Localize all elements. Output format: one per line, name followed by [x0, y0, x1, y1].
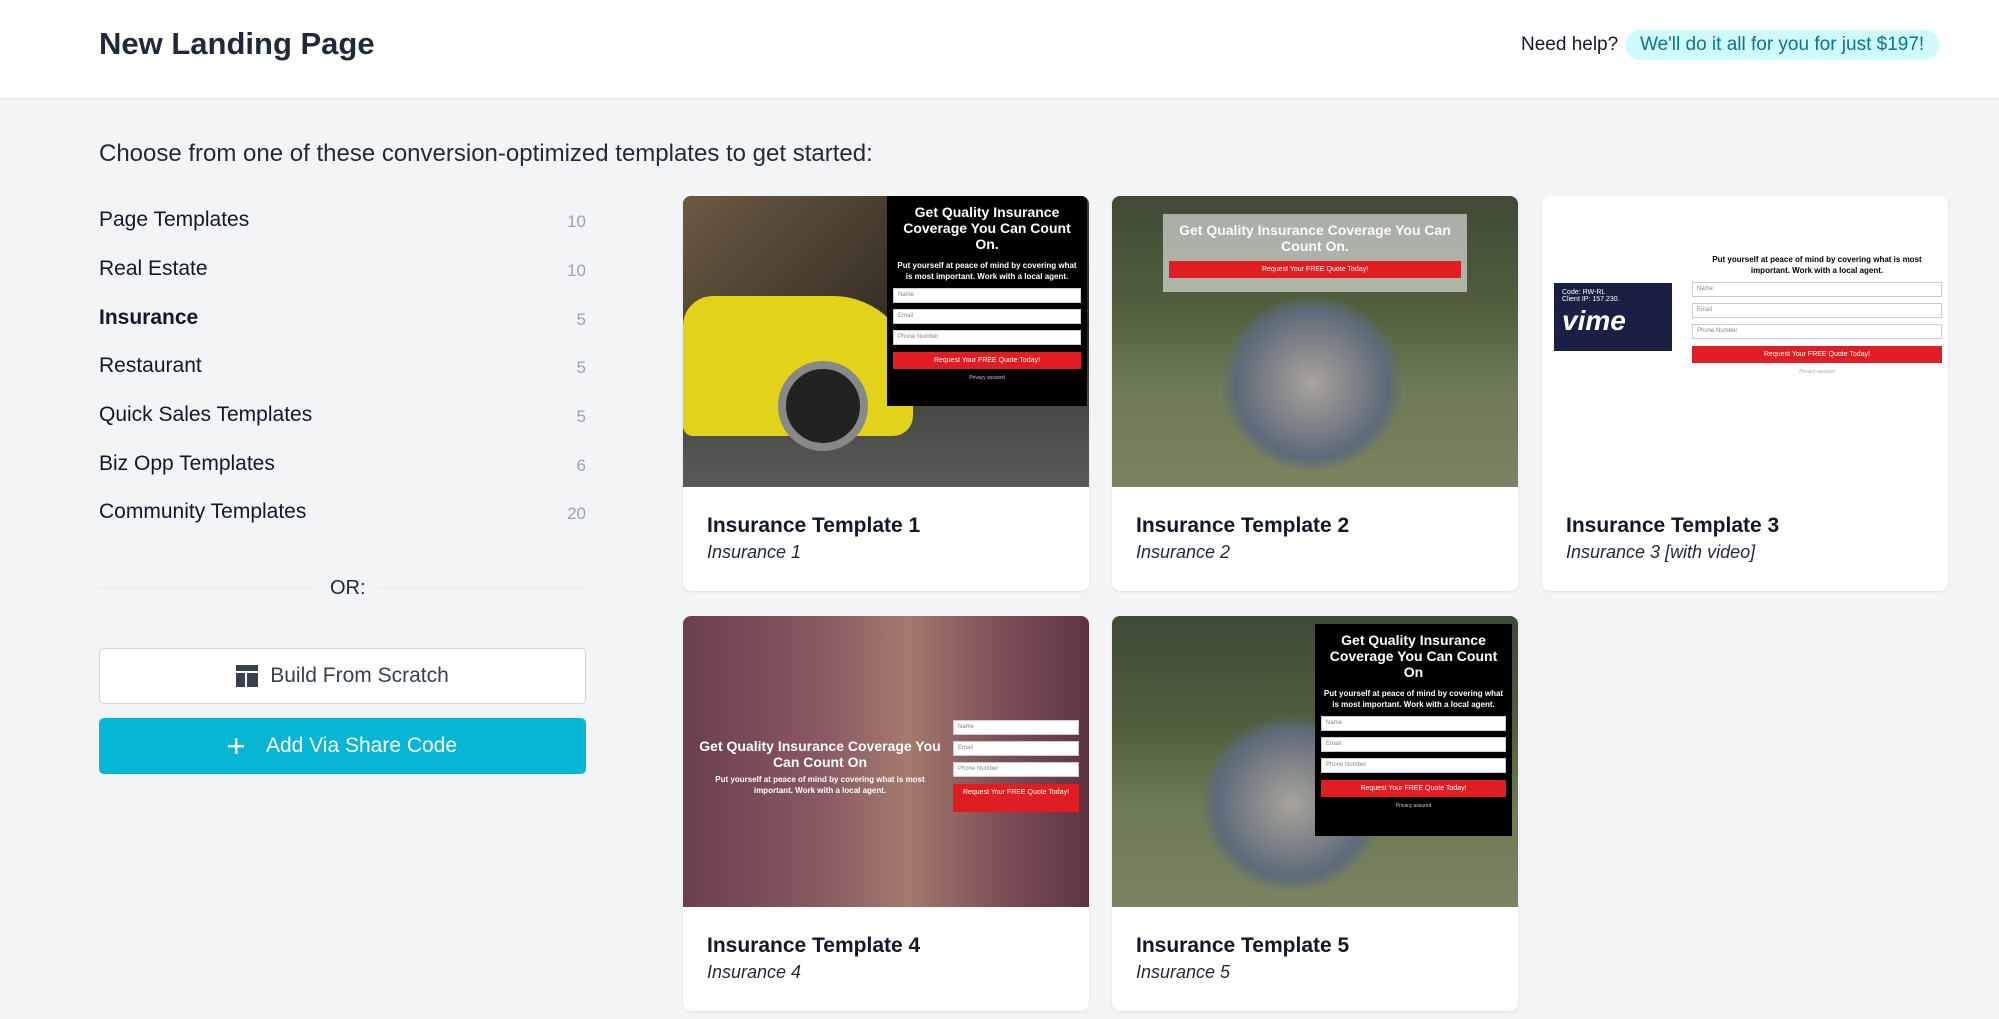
template-subtitle: Insurance 4: [707, 962, 802, 982]
thumb-phone-field: Phone Number: [953, 762, 1079, 777]
video-code: Code: RW-RL: [1562, 289, 1606, 296]
category-real-estate[interactable]: Real Estate 10: [99, 245, 586, 294]
category-label: Insurance: [99, 305, 199, 329]
thumb-form-panel: Name Email Phone Number Request Your FRE…: [953, 714, 1079, 812]
thumb-cta: Request Your FREE Quote Today!: [1692, 346, 1942, 363]
thumb-form-panel: Get Quality Insurance Coverage You Can C…: [1163, 214, 1467, 292]
build-from-scratch-button[interactable]: Build From Scratch: [99, 648, 586, 704]
category-count: 5: [576, 358, 586, 378]
thumb-subtext: Put yourself at peace of mind by coverin…: [1712, 255, 1922, 275]
thumb-phone-field: Phone Number: [1321, 758, 1506, 773]
divider-line: [377, 588, 586, 589]
category-count: 5: [576, 309, 586, 329]
thumb-cta: Request Your FREE Quote Today!: [953, 784, 1079, 812]
plus-icon: [227, 738, 244, 754]
thumb-email-field: Email: [1692, 303, 1942, 318]
template-title: Insurance Template 1: [707, 514, 921, 537]
video-embed: Code: RW-RL Client IP: 157.230. vime: [1554, 283, 1672, 351]
thumb-headline: Get Quality Insurance Coverage You Can C…: [903, 204, 1071, 252]
template-preview-image: Get Quality Insurance Coverage You Can C…: [683, 196, 1089, 487]
category-label: Real Estate: [99, 257, 208, 281]
thumb-subtext: Put yourself at peace of mind by coverin…: [1323, 689, 1504, 709]
video-ip: Client IP: 157.230.: [1562, 296, 1620, 303]
template-card-1[interactable]: Get Quality Insurance Coverage You Can C…: [683, 196, 1089, 591]
template-subtitle: Insurance 2: [1136, 542, 1231, 562]
car-wheel-shape: [778, 361, 868, 451]
template-title: Insurance Template 2: [1136, 514, 1350, 537]
thumb-text-block: Get Quality Insurance Coverage You Can C…: [689, 738, 951, 796]
category-quick-sales-templates[interactable]: Quick Sales Templates 5: [99, 391, 586, 440]
thumb-name-field: Name: [1321, 716, 1506, 731]
thumb-name-field: Name: [893, 288, 1081, 303]
category-biz-opp-templates[interactable]: Biz Opp Templates 6: [99, 439, 586, 488]
thumb-name-field: Name: [953, 720, 1079, 735]
divider-line: [99, 588, 314, 589]
or-divider: OR:: [99, 574, 586, 602]
thumb-cta: Request Your FREE Quote Today!: [1169, 261, 1461, 278]
template-subtitle: Insurance 3 [with video]: [1566, 542, 1756, 562]
thumb-headline: Get Quality Insurance Coverage You Can C…: [699, 738, 941, 770]
family-shape: [1222, 296, 1402, 471]
thumb-email-field: Email: [893, 309, 1081, 324]
add-via-share-code-button[interactable]: Add Via Share Code: [99, 718, 586, 774]
thumb-headline: Get Quality Insurance Coverage You Can C…: [1179, 222, 1451, 254]
thumb-email-field: Email: [1321, 737, 1506, 752]
template-preview-image: Get Quality Insurance Coverage You Can C…: [683, 616, 1089, 907]
template-card-3[interactable]: Code: RW-RL Client IP: 157.230. vime Put…: [1542, 196, 1948, 591]
thumb-form-panel: Put yourself at peace of mind by coverin…: [1692, 254, 1942, 375]
template-preview-image: Get Quality Insurance Coverage You Can C…: [1112, 616, 1518, 907]
category-label: Biz Opp Templates: [99, 451, 275, 475]
top-bar: New Landing Page Need help? We'll do it …: [0, 0, 1999, 99]
thumb-privacy: Privacy assured: [1799, 369, 1835, 375]
category-page-templates[interactable]: Page Templates 10: [99, 196, 586, 245]
category-label: Page Templates: [99, 208, 250, 232]
thumb-name-field: Name: [1692, 282, 1942, 297]
add-via-share-code-label: Add Via Share Code: [265, 734, 458, 757]
template-subtitle: Insurance 1: [707, 542, 802, 562]
or-label: OR:: [330, 577, 366, 599]
category-label: Restaurant: [99, 354, 202, 378]
layout-icon: [236, 665, 259, 687]
thumb-form-panel: Get Quality Insurance Coverage You Can C…: [1315, 624, 1512, 836]
category-community-templates[interactable]: Community Templates 20: [99, 488, 586, 537]
category-count: 6: [576, 455, 586, 475]
template-title: Insurance Template 5: [1136, 934, 1350, 957]
category-insurance[interactable]: Insurance 5: [99, 293, 586, 342]
category-list: Page Templates 10 Real Estate 10 Insuran…: [99, 196, 586, 537]
thumb-cta: Request Your FREE Quote Today!: [893, 352, 1081, 369]
template-preview-image: Code: RW-RL Client IP: 157.230. vime Put…: [1542, 196, 1948, 487]
category-count: 10: [567, 261, 586, 281]
thumb-headline: Get Quality Insurance Coverage You Can C…: [1329, 632, 1498, 680]
page-title: New Landing Page: [99, 26, 375, 61]
template-title: Insurance Template 4: [707, 934, 921, 957]
video-logo: vime: [1562, 305, 1626, 336]
thumb-phone-field: Phone Number: [893, 330, 1081, 345]
build-from-scratch-label: Build From Scratch: [270, 664, 449, 687]
category-count: 10: [567, 212, 586, 232]
template-subtitle: Insurance 5: [1136, 962, 1231, 982]
help-text: Need help?: [1521, 34, 1619, 55]
template-title: Insurance Template 3: [1566, 514, 1780, 537]
thumb-email-field: Email: [953, 741, 1079, 756]
done-for-you-offer-link[interactable]: We'll do it all for you for just $197!: [1625, 30, 1940, 60]
template-card-4[interactable]: Get Quality Insurance Coverage You Can C…: [683, 616, 1089, 1011]
category-restaurant[interactable]: Restaurant 5: [99, 342, 586, 391]
thumb-subtext: Put yourself at peace of mind by coverin…: [715, 775, 925, 795]
thumb-privacy: Privacy assured: [969, 375, 1005, 381]
thumb-phone-field: Phone Number: [1692, 324, 1942, 339]
thumb-cta: Request Your FREE Quote Today!: [1321, 780, 1506, 797]
category-count: 5: [576, 407, 586, 427]
template-preview-image: Get Quality Insurance Coverage You Can C…: [1112, 196, 1518, 487]
category-label: Community Templates: [99, 500, 307, 524]
intro-text: Choose from one of these conversion-opti…: [99, 140, 873, 167]
category-label: Quick Sales Templates: [99, 403, 313, 427]
template-card-5[interactable]: Get Quality Insurance Coverage You Can C…: [1112, 616, 1518, 1011]
template-card-2[interactable]: Get Quality Insurance Coverage You Can C…: [1112, 196, 1518, 591]
thumb-privacy: Privacy assured: [1395, 803, 1432, 809]
thumb-form-panel: Get Quality Insurance Coverage You Can C…: [887, 196, 1087, 406]
category-count: 20: [567, 504, 586, 524]
thumb-subtext: Put yourself at peace of mind by coverin…: [897, 261, 1077, 281]
